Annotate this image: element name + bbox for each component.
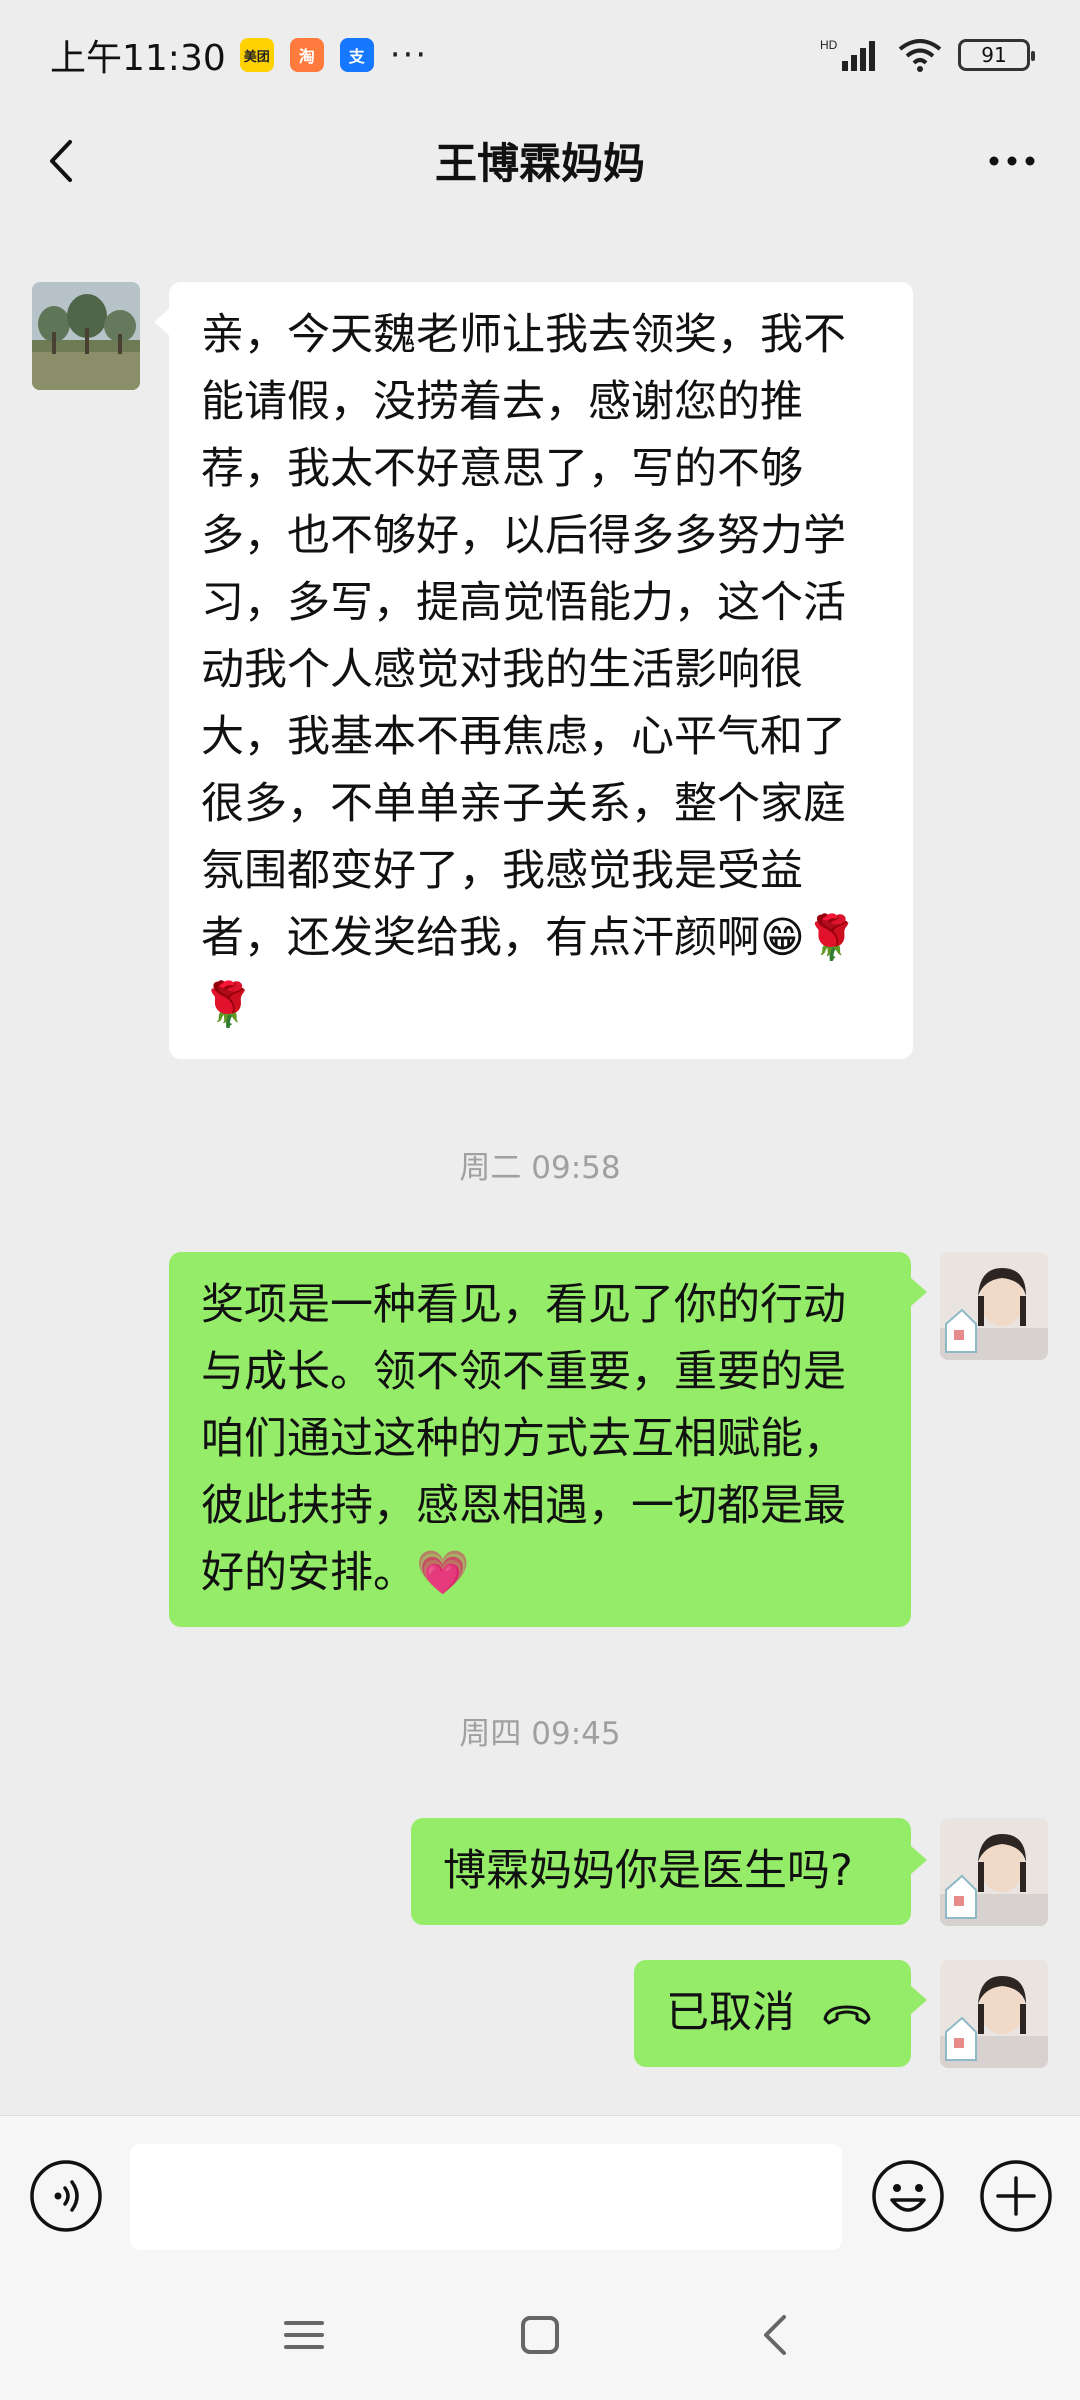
self-avatar[interactable]: [940, 1960, 1048, 2068]
bubble-tail: [911, 1278, 927, 1306]
status-time: 上午11:30: [50, 38, 226, 79]
bubble-tail: [911, 1846, 927, 1874]
message-text: 博霖妈妈你是医生吗?: [443, 1846, 853, 1896]
taobao-icon: 淘: [289, 38, 324, 72]
contact-avatar[interactable]: [32, 282, 140, 390]
message-timestamp: 周四 09:45: [459, 1716, 621, 1752]
back-icon[interactable]: [38, 136, 88, 186]
network-type-label: HD: [820, 38, 838, 52]
self-avatar[interactable]: [940, 1252, 1048, 1360]
input-bar: [0, 2115, 1080, 2275]
hangup-icon: [823, 2005, 871, 2024]
status-bar: 上午11:30 美团 淘 支 ··· HD 91: [0, 0, 1080, 110]
battery-indicator: 91: [958, 39, 1035, 71]
more-notifications-icon: ···: [389, 35, 429, 75]
battery-level: 91: [981, 43, 1007, 67]
bubble-tail: [154, 308, 170, 336]
emoji-icon[interactable]: [870, 2158, 946, 2234]
home-icon[interactable]: [510, 2305, 570, 2365]
voice-input-icon[interactable]: [28, 2158, 104, 2234]
add-attachment-icon[interactable]: [978, 2158, 1054, 2234]
system-navigation-bar: [0, 2275, 1080, 2400]
message-list[interactable]: 亲，今天魏老师让我去领奖，我不能请假，没捞着去，感谢您的推荐，我太不好意思了，写…: [0, 210, 1080, 2115]
message-input[interactable]: [130, 2144, 842, 2250]
signal-icon: HD: [820, 38, 875, 71]
more-options-icon[interactable]: [982, 136, 1042, 186]
message-text: 亲，今天魏老师让我去领奖，我不能请假，没捞着去，感谢您的推荐，我太不好意思了，写…: [201, 310, 859, 1030]
recent-apps-icon[interactable]: [274, 2305, 334, 2365]
meituan-icon: 美团: [239, 38, 274, 72]
back-nav-icon[interactable]: [746, 2305, 806, 2365]
message-timestamp: 周二 09:58: [459, 1150, 621, 1186]
message-bubble-outgoing[interactable]: 博霖妈妈你是医生吗?: [411, 1818, 911, 1925]
alipay-icon: 支: [339, 38, 374, 72]
message-text: 奖项是一种看见，看见了你的行动与成长。领不领不重要，重要的是咱们通过这种的方式去…: [201, 1280, 846, 1598]
chat-title: 王博霖妈妈: [434, 138, 645, 188]
bubble-tail: [911, 1986, 927, 2014]
self-avatar[interactable]: [940, 1818, 1048, 1926]
call-status-text: 已取消: [666, 1988, 795, 2038]
message-bubble-outgoing[interactable]: 奖项是一种看见，看见了你的行动与成长。领不领不重要，重要的是咱们通过这种的方式去…: [169, 1252, 911, 1627]
wifi-icon: [898, 39, 942, 72]
call-record-bubble[interactable]: 已取消: [634, 1960, 911, 2067]
message-bubble-incoming[interactable]: 亲，今天魏老师让我去领奖，我不能请假，没捞着去，感谢您的推荐，我太不好意思了，写…: [169, 282, 913, 1059]
chat-header: 王博霖妈妈: [0, 110, 1080, 210]
